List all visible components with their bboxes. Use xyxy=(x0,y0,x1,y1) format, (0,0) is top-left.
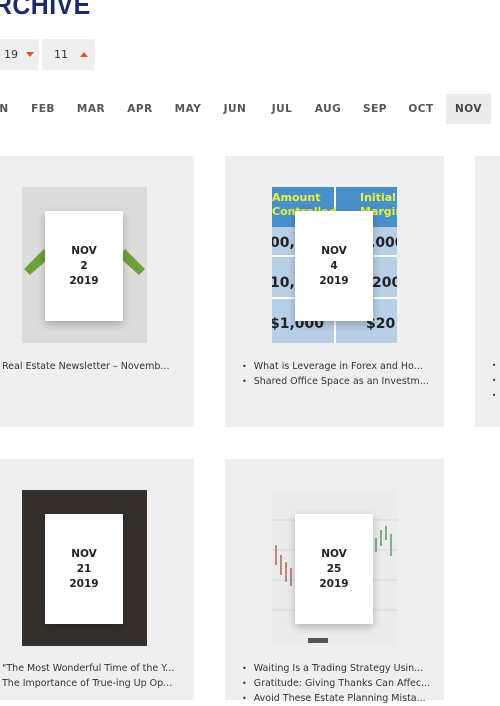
chevron-down-icon xyxy=(26,52,34,57)
archive-card[interactable]: NOV 2 2019 Real Estate Newsletter – Nove… xyxy=(0,156,194,427)
tab-month-jul[interactable]: JUL xyxy=(266,94,298,124)
date-month: NOV xyxy=(321,244,347,257)
thumb-cell: 00, xyxy=(272,235,295,251)
date-day: 2 xyxy=(80,259,88,272)
month-select[interactable]: 11 xyxy=(42,39,95,70)
post-list: Waiting Is a Trading Strategy Usin... Gr… xyxy=(242,661,437,706)
archive-card[interactable]: NOV 25 2019 Waiting Is a Trading Strateg… xyxy=(225,459,444,704)
post-link[interactable]: Avoid These Estate Planning Mista... xyxy=(242,691,437,706)
tab-month-jan[interactable]: N xyxy=(0,94,14,124)
chevron-up-icon xyxy=(80,52,88,57)
tab-month-apr[interactable]: APR xyxy=(124,94,156,124)
post-list: What is Leverage in Forex and Ho... Shar… xyxy=(242,359,437,389)
thumb-header-2: Initial xyxy=(360,191,396,204)
post-list: Real Estate Newsletter – Novemb... xyxy=(2,359,187,374)
date-badge: NOV 21 2019 xyxy=(45,514,123,624)
tab-month-may[interactable]: MAY xyxy=(171,94,205,124)
post-list: "The Most Wonderful Time of the Y... The… xyxy=(2,661,187,691)
archive-card[interactable]: • • • xyxy=(475,156,500,427)
date-badge: NOV 2 2019 xyxy=(45,211,123,321)
date-day: 21 xyxy=(76,562,92,575)
list-bullet: • xyxy=(492,391,497,400)
tab-month-sep[interactable]: SEP xyxy=(359,94,391,124)
post-link[interactable]: What is Leverage in Forex and Ho... xyxy=(242,359,437,374)
post-link[interactable]: Waiting Is a Trading Strategy Usin... xyxy=(242,661,437,676)
post-link[interactable]: "The Most Wonderful Time of the Y... xyxy=(2,661,187,676)
year-select[interactable]: 19 xyxy=(0,39,39,70)
date-year: 2019 xyxy=(69,577,99,590)
tab-month-aug[interactable]: AUG xyxy=(312,94,344,124)
thumb-cell: ,000 xyxy=(370,235,397,251)
archive-card[interactable]: NOV 21 2019 "The Most Wonderful Time of … xyxy=(0,459,194,700)
thumb-cell: 10, xyxy=(272,275,295,291)
post-link[interactable]: Shared Office Space as an Investm... xyxy=(242,374,437,389)
date-year: 2019 xyxy=(319,577,349,590)
list-bullet: • xyxy=(492,361,497,370)
year-select-value: 19 xyxy=(4,48,18,61)
date-day: 25 xyxy=(326,562,342,575)
list-bullet: • xyxy=(492,376,497,385)
date-month: NOV xyxy=(71,244,97,257)
month-tabs: N FEB MAR APR MAY JUN JUL AUG SEP OCT NO… xyxy=(0,94,500,124)
date-badge: NOV 4 2019 xyxy=(295,211,373,321)
date-day: 4 xyxy=(330,259,338,272)
tab-month-nov[interactable]: NOV xyxy=(446,94,491,124)
tab-month-feb[interactable]: FEB xyxy=(28,94,58,124)
thumb-cell: 200 xyxy=(372,275,397,291)
tab-month-mar[interactable]: MAR xyxy=(75,94,107,124)
month-select-value: 11 xyxy=(54,48,68,61)
post-link[interactable]: Gratitude: Giving Thanks Can Affec... xyxy=(242,676,437,691)
date-badge: NOV 25 2019 xyxy=(295,514,373,624)
date-year: 2019 xyxy=(69,274,99,287)
date-month: NOV xyxy=(321,547,347,560)
archive-card[interactable]: Amount Controlled Initial Margin 00, ,00… xyxy=(225,156,444,427)
date-year: 2019 xyxy=(319,274,349,287)
tab-month-jun[interactable]: JUN xyxy=(219,94,251,124)
date-month: NOV xyxy=(71,547,97,560)
thumb-header-1: Amount xyxy=(272,191,320,204)
post-link[interactable]: Real Estate Newsletter – Novemb... xyxy=(2,359,187,374)
page-title: RCHIVE xyxy=(0,0,91,20)
tab-month-oct[interactable]: OCT xyxy=(405,94,437,124)
post-link[interactable]: The Importance of True-ing Up Op... xyxy=(2,676,187,691)
